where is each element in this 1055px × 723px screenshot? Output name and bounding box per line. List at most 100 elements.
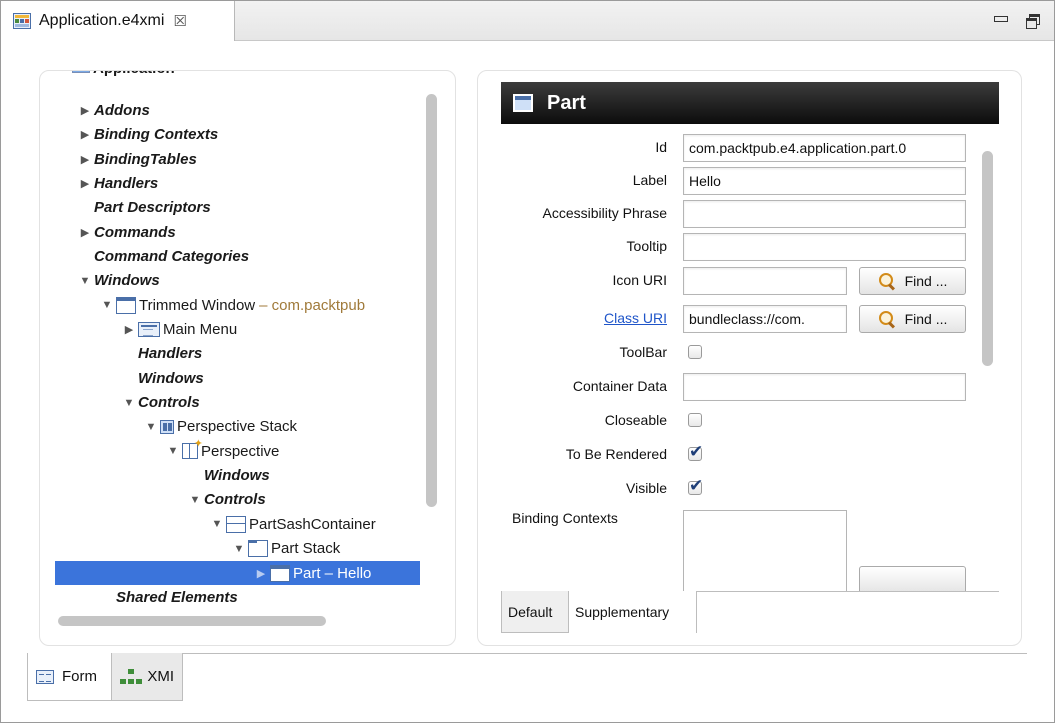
expanded-arrow-icon[interactable]: ▼ [166, 445, 180, 457]
class-uri-input[interactable] [683, 305, 847, 333]
collapsed-arrow-icon[interactable]: ▶ [122, 323, 136, 336]
part-header-title: Part [547, 91, 586, 114]
collapsed-arrow-icon[interactable]: ▶ [78, 128, 92, 141]
collapsed-arrow-icon[interactable]: ▶ [78, 153, 92, 166]
tree-item-label: Perspective Stack [177, 418, 298, 436]
tree-vertical-scrollbar[interactable] [425, 91, 439, 591]
label-input[interactable] [683, 167, 966, 195]
tree-horizontal-scrollbar[interactable] [56, 615, 421, 627]
tree-item[interactable]: ▼ Perspective [55, 437, 420, 463]
expanded-arrow-icon[interactable]: ▼ [100, 299, 114, 311]
restore-icon[interactable] [1026, 13, 1040, 29]
tree-item[interactable]: ▶ Main Menu [55, 318, 420, 342]
sash-container-icon [226, 515, 246, 533]
tree-item[interactable]: ▶ Commands [55, 220, 420, 244]
visible-checkbox[interactable] [688, 476, 703, 496]
tree-item-label: Binding Contexts [94, 126, 219, 144]
tree-item-label: Windows [138, 369, 204, 387]
binding-contexts-row: Binding Contexts [501, 510, 999, 591]
accessibility-phrase-input[interactable] [683, 200, 966, 228]
editor-tab-application-e4xmi[interactable]: Application.e4xmi ☒ [1, 1, 235, 41]
visible-label: Visible [626, 480, 667, 496]
tree-item[interactable]: ▼ Trimmed Window – com.packtpub [55, 293, 420, 317]
collapsed-arrow-icon[interactable]: ▶ [254, 567, 268, 580]
editor-tab-title: Application.e4xmi [39, 12, 165, 29]
part-icon [513, 94, 533, 112]
expanded-arrow-icon[interactable]: ▼ [144, 421, 158, 433]
closeable-checkbox[interactable] [688, 413, 702, 427]
form-vertical-scrollbar[interactable] [982, 151, 993, 391]
expanded-arrow-icon[interactable]: ▼ [122, 397, 136, 409]
tree-item[interactable]: ▼ Application [55, 71, 420, 80]
tree-item[interactable]: Command Categories [55, 244, 420, 268]
to-be-rendered-checkbox[interactable] [688, 442, 703, 462]
expanded-arrow-icon[interactable]: ▼ [232, 543, 246, 555]
part-icon [270, 564, 290, 582]
expanded-arrow-icon[interactable]: ▼ [56, 71, 70, 74]
window-icon [116, 296, 136, 314]
tree-item[interactable]: Windows [55, 366, 420, 390]
tree-vertical-scroll-thumb[interactable] [426, 94, 437, 507]
binding-contexts-add-button[interactable] [859, 566, 966, 591]
collapsed-arrow-icon[interactable]: ▶ [78, 177, 92, 190]
class-uri-find-button[interactable]: Find ... [859, 305, 966, 333]
tree-item[interactable]: ▼ Perspective Stack [55, 415, 420, 439]
close-icon[interactable]: ☒ [173, 12, 186, 30]
editor-content: ▼Application▶Addons▶Binding Contexts▶Bin… [1, 42, 1054, 652]
class-uri-find-label: Find ... [904, 311, 948, 327]
tab-xmi[interactable]: XMI [111, 653, 183, 701]
toolbar-checkbox[interactable] [688, 345, 702, 359]
minimize-icon[interactable] [994, 13, 1008, 25]
tree-item[interactable]: Part Descriptors [55, 196, 420, 220]
application-model-icon [13, 13, 31, 29]
form-vertical-scroll-thumb[interactable] [982, 151, 993, 366]
tree-horizontal-scroll-thumb[interactable] [58, 616, 326, 626]
tree-item-label: BindingTables [94, 150, 197, 168]
tree-item[interactable]: ▼ Windows [55, 269, 420, 293]
tree-item-label: Main Menu [163, 321, 238, 338]
collapsed-arrow-icon[interactable]: ▶ [78, 104, 92, 117]
expanded-arrow-icon[interactable]: ▼ [78, 275, 92, 287]
tree-item-label: Controls [138, 394, 200, 412]
tree-item[interactable]: Windows [55, 464, 420, 488]
collapsed-arrow-icon[interactable]: ▶ [78, 226, 92, 239]
binding-contexts-list[interactable] [683, 510, 847, 591]
tree-item-label: Trimmed Window [139, 296, 256, 314]
expanded-arrow-icon[interactable]: ▼ [210, 518, 224, 530]
tooltip-label: Tooltip [626, 238, 667, 254]
tab-supplementary-label: Supplementary [575, 604, 670, 620]
tree-item-selected[interactable]: ▶ Part – Hello [55, 561, 420, 585]
tab-default[interactable]: Default [501, 591, 569, 633]
id-label: Id [655, 139, 667, 155]
icon-uri-input[interactable] [683, 267, 847, 295]
tree-item[interactable]: ▶ BindingTables [55, 147, 420, 171]
icon-uri-find-button[interactable]: Find ... [859, 267, 966, 295]
window-controls [994, 13, 1040, 29]
tree-item-label: Controls [204, 491, 266, 509]
tree-item[interactable]: ▶ Addons [55, 98, 420, 122]
tree-item[interactable]: ▼ Controls [55, 488, 420, 512]
expanded-arrow-icon[interactable]: ▼ [188, 494, 202, 506]
container-data-row: Container Data [501, 373, 999, 401]
tree-item-label: Windows [94, 272, 160, 290]
tab-form[interactable]: Form [27, 653, 111, 701]
label-label: Label [632, 172, 667, 188]
tree-item[interactable]: ▼ Controls [55, 391, 420, 415]
tree-item[interactable]: ▶ Binding Contexts [55, 123, 420, 147]
tree-item[interactable]: ▼ PartSashContainer [55, 512, 420, 536]
search-icon [878, 310, 896, 328]
tab-supplementary[interactable]: Supplementary [569, 591, 697, 633]
tree-item-label: Application [93, 71, 175, 77]
tree-item[interactable]: ▶ Handlers [55, 171, 420, 195]
part-stack-icon [248, 540, 268, 558]
model-tree-panel: ▼Application▶Addons▶Binding Contexts▶Bin… [39, 70, 456, 646]
model-tree[interactable]: ▼Application▶Addons▶Binding Contexts▶Bin… [55, 71, 420, 609]
detail-tabs: Default Supplementary [501, 591, 999, 633]
id-input[interactable] [683, 134, 966, 162]
tree-item[interactable]: Handlers [55, 342, 420, 366]
tree-item[interactable]: ▼ Part Stack [55, 537, 420, 561]
class-uri-link[interactable]: Class URI [501, 310, 667, 326]
tree-item[interactable]: Shared Elements [55, 585, 420, 609]
tooltip-input[interactable] [683, 233, 966, 261]
container-data-input[interactable] [683, 373, 966, 401]
